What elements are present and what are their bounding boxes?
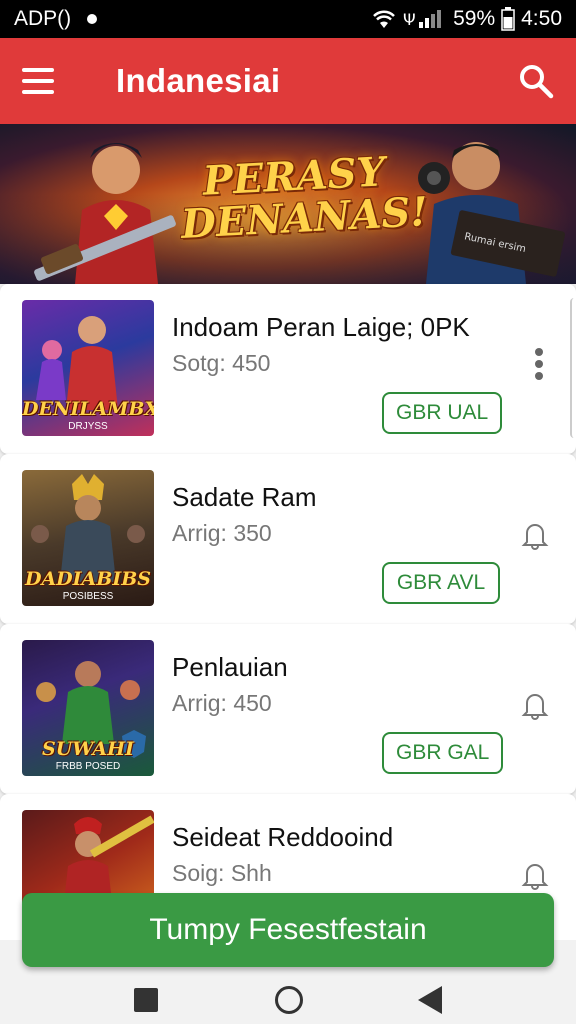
back-icon[interactable] xyxy=(418,986,442,1014)
notification-dot-icon xyxy=(87,14,98,24)
item-action-button[interactable]: GBR AVL xyxy=(382,562,500,604)
list-item[interactable]: DADIABIBS POSIBESS Sadate Ram Arrig: 350… xyxy=(0,454,576,624)
status-bar: ADP() Ψ 59% 4:50 xyxy=(0,0,576,38)
item-title: Seideat Reddooind xyxy=(172,822,394,852)
bell-icon[interactable] xyxy=(520,690,550,720)
item-action-button[interactable]: GBR GAL xyxy=(382,732,504,774)
more-vert-icon[interactable] xyxy=(534,348,544,380)
recents-icon[interactable] xyxy=(134,988,158,1012)
item-thumbnail: DADIABIBS POSIBESS xyxy=(22,470,154,606)
primary-cta-button[interactable]: Tumpy Fesestfestain xyxy=(22,893,554,967)
promo-banner[interactable]: PERASY DENANAS! Rumai ersim xyxy=(0,124,576,284)
scroll-indicator[interactable] xyxy=(570,298,576,438)
wifi-icon xyxy=(371,8,397,30)
game-list: DENILAMBX DRJYSS Indoam Peran Laige; 0PK… xyxy=(0,284,576,964)
host-man-illustration: Rumai ersim xyxy=(418,142,566,284)
svg-text:Ψ: Ψ xyxy=(403,10,416,29)
battery-icon xyxy=(501,7,515,31)
thumbnail-caption: DENILAMBX xyxy=(22,398,154,420)
item-thumbnail: DENILAMBX DRJYSS xyxy=(22,300,154,436)
status-right: Ψ 59% 4:50 xyxy=(371,7,562,31)
thumbnail-subcaption: POSIBESS xyxy=(62,591,114,602)
bell-icon[interactable] xyxy=(520,860,550,890)
thumbnail-caption: DADIABIBS xyxy=(24,568,152,590)
list-item[interactable]: SUWAHI FRBB POSED Penlauian Arrig: 450 G… xyxy=(0,624,576,794)
signal-icon: Ψ xyxy=(403,8,447,30)
bell-icon[interactable] xyxy=(520,520,550,550)
item-action-button[interactable]: GBR UAL xyxy=(382,392,503,434)
search-icon[interactable] xyxy=(518,63,554,99)
item-title: Sadate Ram xyxy=(172,482,317,512)
item-subtitle: Arrig: 450 xyxy=(172,690,272,716)
thumbnail-caption: SUWAHI xyxy=(42,738,134,760)
item-title: Indoam Peran Laige; 0PK xyxy=(172,312,470,342)
menu-icon[interactable] xyxy=(22,68,54,94)
item-title: Penlauian xyxy=(172,652,288,682)
item-thumbnail: SUWAHI FRBB POSED xyxy=(22,640,154,776)
thumbnail-subcaption: FRBB POSED xyxy=(55,761,121,772)
status-left: ADP() xyxy=(14,7,98,31)
thumbnail-subcaption: DRJYSS xyxy=(68,421,108,432)
battery-percent: 59% xyxy=(453,7,496,30)
item-subtitle: Soig: Shh xyxy=(172,860,272,886)
clock: 4:50 xyxy=(521,7,562,30)
banner-title: PERASY DENANAS! xyxy=(178,148,429,248)
item-subtitle: Arrig: 350 xyxy=(172,520,272,546)
list-item[interactable]: DENILAMBX DRJYSS Indoam Peran Laige; 0PK… xyxy=(0,284,576,454)
app-title: Indanesiai xyxy=(116,62,281,99)
app-bar: Indanesiai xyxy=(0,38,576,124)
carrier-text: ADP() xyxy=(14,7,72,30)
home-icon[interactable] xyxy=(275,986,303,1014)
item-subtitle: Sotg: 450 xyxy=(172,350,271,376)
